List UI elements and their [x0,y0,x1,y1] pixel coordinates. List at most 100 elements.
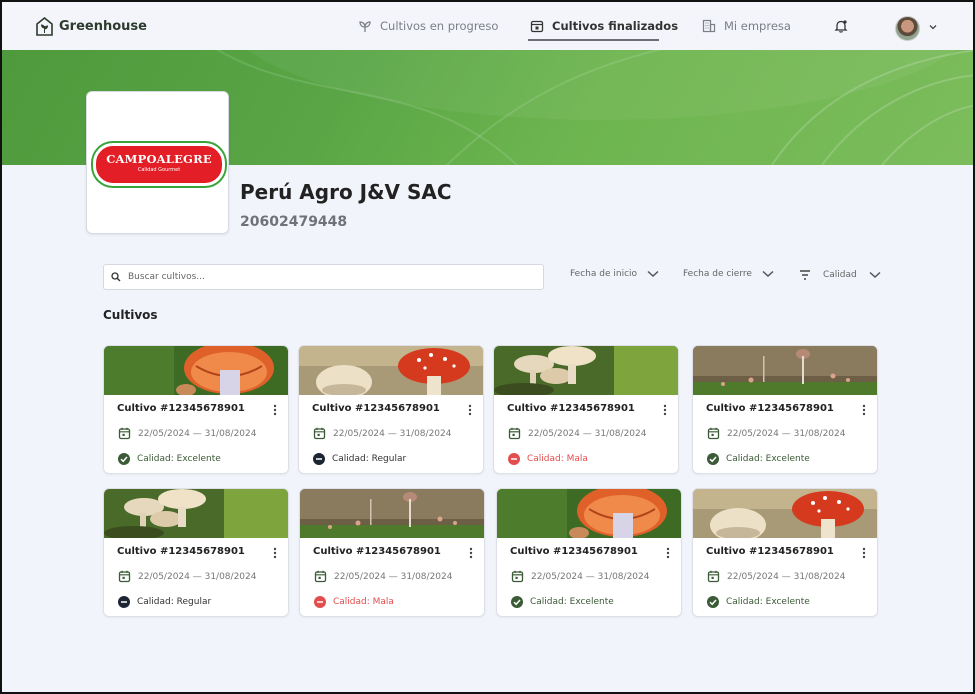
cultivo-quality-label: Calidad: Regular [137,597,212,607]
logo-text: CAMPOALEGRE [106,152,212,166]
more-vert-icon[interactable] [273,547,277,559]
cultivo-image [104,489,288,538]
cultivo-quality-label: Calidad: Excelente [726,597,810,607]
calendar-icon [707,427,720,440]
more-vert-icon[interactable] [469,547,473,559]
cultivo-title: Cultivo #12345678901 [706,403,834,414]
filter-start-date[interactable]: Fecha de inicio [570,269,659,279]
cultivo-date-range: 22/05/2024 — 31/08/2024 [531,571,650,582]
nav-item-label: Mi empresa [724,19,791,33]
mushroom-image [494,346,678,395]
search-input[interactable] [126,271,530,283]
cultivo-date-range: 22/05/2024 — 31/08/2024 [138,571,257,582]
chevron-down-icon [869,271,881,279]
cultivo-dates: 22/05/2024 — 31/08/2024 [118,427,256,440]
search-bar[interactable] [103,264,544,290]
cultivo-title: Cultivo #12345678901 [313,546,441,557]
cultivo-image [497,489,681,538]
cultivo-card[interactable]: Cultivo #12345678901 22/05/2024 — 31/08/… [298,345,484,474]
cultivo-dates: 22/05/2024 — 31/08/2024 [118,570,256,583]
cultivo-date-range: 22/05/2024 — 31/08/2024 [333,428,452,439]
cultivo-image [693,346,877,395]
mushroom-image [104,346,288,395]
check-circle-icon [118,453,130,465]
cultivo-quality: Calidad: Excelente [511,596,614,608]
company-name: Perú Agro J&V SAC [240,180,452,204]
cultivo-quality-label: Calidad: Mala [333,597,394,607]
logo-tagline: Calidad Gourmet [137,167,181,173]
cultivo-card[interactable]: Cultivo #12345678901 22/05/2024 — 31/08/… [299,488,485,617]
sprout-icon [359,21,371,32]
active-tab-indicator [528,39,659,41]
chevron-down-icon[interactable] [928,22,938,32]
brand-name: Greenhouse [59,19,147,34]
mushroom-image [693,489,877,538]
more-vert-icon[interactable] [862,404,866,416]
minus-circle-icon [313,453,325,465]
cultivo-dates: 22/05/2024 — 31/08/2024 [707,427,845,440]
section-title: Cultivos [103,308,158,322]
cultivo-card[interactable]: Cultivo #12345678901 22/05/2024 — 31/08/… [493,345,679,474]
cultivo-quality-label: Calidad: Excelente [530,597,614,607]
nav-item-mi-empresa[interactable]: Mi empresa [702,19,791,33]
more-vert-icon[interactable] [468,404,472,416]
nav-item-label: Cultivos en progreso [380,19,499,33]
more-vert-icon[interactable] [862,547,866,559]
filter-icon [800,270,810,280]
alert-circle-icon [508,453,520,465]
cultivo-quality-label: Calidad: Regular [332,454,407,464]
cultivo-image [104,346,288,395]
cultivo-image [693,489,877,538]
building-icon [702,19,716,33]
cultivo-dates: 22/05/2024 — 31/08/2024 [313,427,451,440]
cultivo-quality: Calidad: Excelente [707,453,810,465]
bell-icon[interactable] [834,19,848,33]
filter-label: Calidad [823,270,857,280]
greenhouse-icon [36,17,53,36]
chevron-down-icon [647,270,659,278]
company-logo-card: CAMPOALEGRE Calidad Gourmet [86,91,229,234]
cultivo-card[interactable]: Cultivo #12345678901 22/05/2024 — 31/08/… [103,345,289,474]
cultivo-quality: Calidad: Mala [314,596,394,608]
filter-quality[interactable]: Calidad [799,269,881,281]
filter-end-date[interactable]: Fecha de cierre [683,269,774,279]
cultivo-card[interactable]: Cultivo #12345678901 22/05/2024 — 31/08/… [103,488,289,617]
filter-label: Fecha de cierre [683,269,752,279]
nav-item-label: Cultivos finalizados [552,19,679,33]
brand-logo[interactable]: Greenhouse [36,17,147,36]
more-vert-icon[interactable] [663,404,667,416]
cultivo-title: Cultivo #12345678901 [510,546,638,557]
calendar-icon [314,570,327,583]
filter-label: Fecha de inicio [570,269,638,279]
cultivo-dates: 22/05/2024 — 31/08/2024 [314,570,452,583]
check-circle-icon [707,453,719,465]
nav-item-cultivos-finalizados[interactable]: Cultivos finalizados [530,19,678,33]
cultivo-image [300,489,484,538]
cultivo-quality-label: Calidad: Excelente [137,454,221,464]
calendar-icon [313,427,326,440]
cultivo-image [494,346,678,395]
check-circle-icon [511,596,523,608]
minus-circle-icon [118,596,130,608]
more-vert-icon[interactable] [666,547,670,559]
cultivo-title: Cultivo #12345678901 [706,546,834,557]
user-avatar[interactable] [895,16,920,41]
cultivo-date-range: 22/05/2024 — 31/08/2024 [727,571,846,582]
more-vert-icon[interactable] [273,404,277,416]
cultivo-card[interactable]: Cultivo #12345678901 22/05/2024 — 31/08/… [496,488,682,617]
calendar-icon [511,570,524,583]
cultivo-quality-label: Calidad: Mala [527,454,588,464]
cultivo-card[interactable]: Cultivo #12345678901 22/05/2024 — 31/08/… [692,345,878,474]
top-nav: Greenhouse Cultivos en progreso Cultivos… [2,2,973,50]
calendar-icon [118,427,131,440]
company-logo: CAMPOALEGRE Calidad Gourmet [93,143,225,186]
cultivo-card[interactable]: Cultivo #12345678901 22/05/2024 — 31/08/… [692,488,878,617]
nav-item-cultivos-en-progreso[interactable]: Cultivos en progreso [358,19,498,33]
mushroom-image [497,489,681,538]
cultivo-image [299,346,483,395]
search-icon [111,272,121,282]
mushroom-image [693,346,877,395]
cultivo-quality: Calidad: Mala [508,453,588,465]
cultivo-quality: Calidad: Regular [118,596,211,608]
cultivo-dates: 22/05/2024 — 31/08/2024 [511,570,649,583]
